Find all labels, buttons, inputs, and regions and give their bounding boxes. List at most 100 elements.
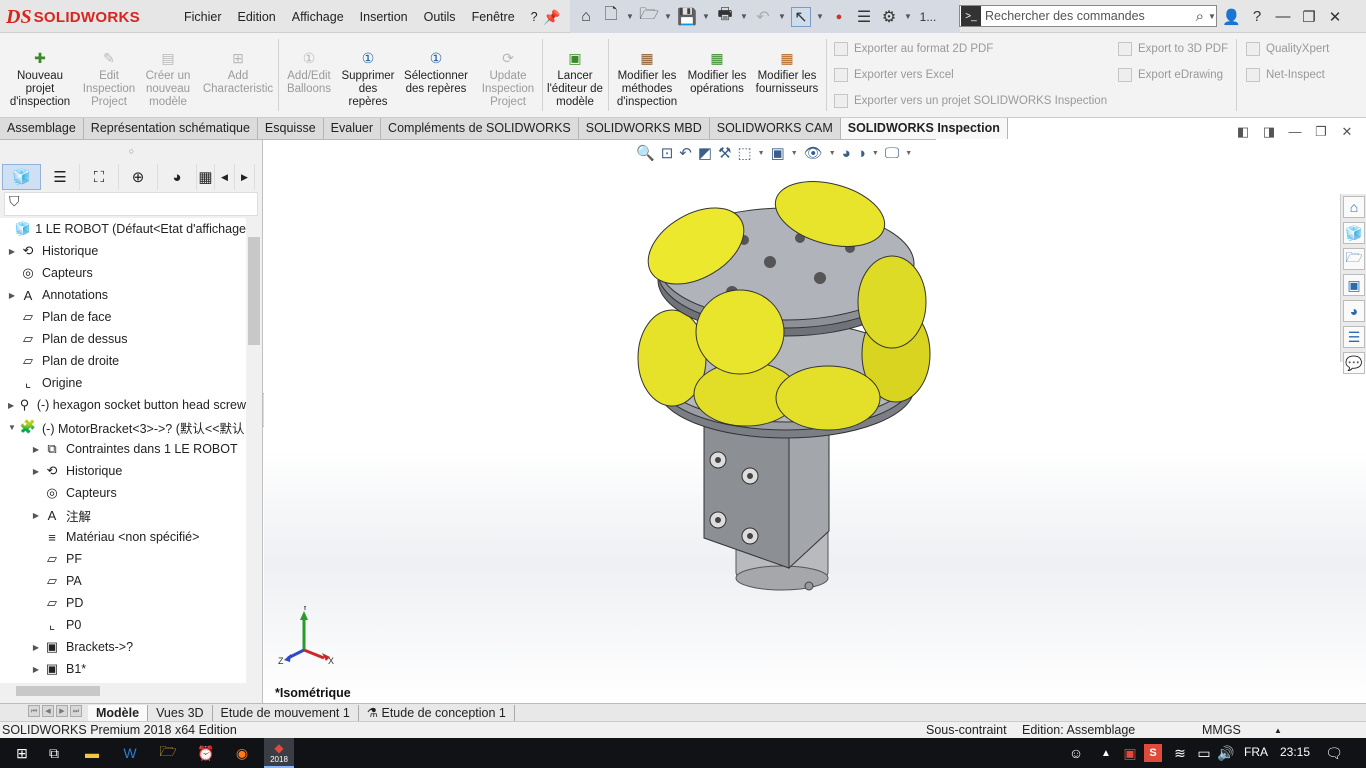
export-inspection-project-button[interactable]: Exporter vers un projet SOLIDWORKS Inspe… xyxy=(834,94,1107,108)
expand-arrow-icon[interactable]: ▶ xyxy=(30,467,42,476)
task-view-icon[interactable]: ⧉ xyxy=(42,743,66,763)
pin-icon[interactable]: 📌 xyxy=(543,9,560,26)
robot-wheel-model[interactable] xyxy=(624,176,944,596)
qualityxpert-button[interactable]: QualityXpert xyxy=(1246,42,1329,56)
zoom-to-fit-icon[interactable]: 🔍 xyxy=(636,144,655,162)
file-explorer-icon[interactable]: 🗁 xyxy=(1343,248,1365,270)
user-icon[interactable]: 👤 xyxy=(1222,8,1241,26)
home-icon[interactable]: ⌂ xyxy=(1343,196,1365,218)
chevron-up-icon[interactable]: ▲ xyxy=(1094,743,1118,763)
select-pointer-icon[interactable]: ↖ xyxy=(791,6,811,27)
expand-arrow-icon[interactable]: ▶ xyxy=(30,643,42,652)
minimize-icon[interactable]: — xyxy=(1288,124,1302,140)
notification-app-icon[interactable]: ▣ xyxy=(1118,743,1142,763)
tab-esquisse[interactable]: Esquisse xyxy=(258,118,324,139)
feature-manager-tab-icon[interactable]: 🧊 xyxy=(2,164,41,190)
tab-mbd[interactable]: SOLIDWORKS MBD xyxy=(579,118,710,139)
word-icon[interactable]: W xyxy=(118,743,142,763)
chevron-down-icon[interactable]: ▼ xyxy=(1208,12,1216,21)
chevron-left-icon[interactable]: ◀ xyxy=(215,164,235,190)
zoom-to-area-icon[interactable]: ⊡ xyxy=(661,144,674,162)
options-gear-icon[interactable]: ⚙ xyxy=(879,7,899,27)
tab-representation-schematique[interactable]: Représentation schématique xyxy=(84,118,258,139)
edit-operations-button[interactable]: ▦ Modifier les opérations xyxy=(686,49,748,96)
tree-node[interactable]: ▶ A 注解 xyxy=(0,504,246,526)
chevron-down-icon[interactable]: ▼ xyxy=(740,12,748,21)
select-balloons-button[interactable]: ① Sélectionner des repères xyxy=(400,49,472,96)
menu-edition[interactable]: Edition xyxy=(230,10,284,24)
expand-arrow-icon[interactable]: ▶ xyxy=(6,247,18,256)
edit-appearance-icon[interactable]: ◕ xyxy=(842,145,851,162)
custom-properties-icon[interactable]: ☰ xyxy=(1343,326,1365,348)
export-2d-pdf-button[interactable]: Exporter au format 2D PDF xyxy=(834,42,993,56)
net-inspect-button[interactable]: Net-Inspect xyxy=(1246,68,1325,82)
tab-motion-study[interactable]: Etude de mouvement 1 xyxy=(213,704,359,721)
tile-left-icon[interactable]: ◧ xyxy=(1236,124,1250,140)
chevron-down-icon[interactable]: ▼ xyxy=(816,12,824,21)
filter-icon[interactable]: ⛉ xyxy=(9,193,20,209)
sticky-notes-icon[interactable]: ▬ xyxy=(80,743,104,763)
tree-node[interactable]: ⌞ P0 xyxy=(0,614,246,636)
chevron-down-icon[interactable]: ▼ xyxy=(778,12,786,21)
appearances-icon[interactable]: ◕ xyxy=(1343,300,1365,322)
update-inspection-project-button[interactable]: ⟳ Update Inspection Project xyxy=(476,49,540,109)
delete-balloons-button[interactable]: ① Supprimer des repères xyxy=(338,49,398,109)
tab-design-study[interactable]: ⚗ Etude de conception 1 xyxy=(359,704,515,721)
chevron-down-icon[interactable]: ▼ xyxy=(904,12,912,21)
view-orientation-icon[interactable]: ⬚ xyxy=(737,144,751,162)
tab-assemblage[interactable]: Assemblage xyxy=(0,118,84,139)
input-language[interactable]: FRA xyxy=(1244,745,1268,759)
chevron-down-icon[interactable]: ▼ xyxy=(872,150,879,157)
undo-icon[interactable]: ↶ xyxy=(753,7,773,27)
apply-scene-icon[interactable]: ◑ xyxy=(857,145,866,162)
tab-inspection[interactable]: SOLIDWORKS Inspection xyxy=(840,118,1008,139)
tile-right-icon[interactable]: ◨ xyxy=(1262,124,1276,140)
tree-node[interactable]: ▱ Plan de droite xyxy=(0,350,246,372)
design-library-icon[interactable]: 🧊 xyxy=(1343,222,1365,244)
close-icon[interactable]: ✕ xyxy=(1326,8,1344,26)
configuration-manager-tab-icon[interactable]: ⛶ xyxy=(80,164,119,190)
edit-inspection-methods-button[interactable]: ▦ Modifier les méthodes d'inspection xyxy=(612,49,682,109)
launch-template-editor-button[interactable]: ▣ Lancer l'éditeur de modèle xyxy=(545,49,605,109)
file-properties-icon[interactable]: ☰ xyxy=(854,7,874,27)
add-edit-balloons-button[interactable]: ① Add/Edit Balloons xyxy=(282,49,336,96)
menu-fenetre[interactable]: Fenêtre xyxy=(464,10,523,24)
cam-tab-icon[interactable]: ▦ xyxy=(197,164,215,190)
expand-arrow-icon[interactable]: ▶ xyxy=(30,665,42,674)
action-center-icon[interactable]: 🗨 xyxy=(1322,743,1346,763)
create-template-button[interactable]: ▤ Créer un nouveau modèle xyxy=(141,49,195,109)
home-icon[interactable]: ⌂ xyxy=(576,7,596,27)
export-edrawing-button[interactable]: Export eDrawing xyxy=(1118,68,1223,82)
tree-node[interactable]: ◎ Capteurs xyxy=(0,262,246,284)
search-icon[interactable]: ⌕ xyxy=(1196,8,1208,25)
windows-start-icon[interactable]: ⊞ xyxy=(10,743,34,763)
firefox-icon[interactable]: ◉ xyxy=(230,743,254,763)
chevron-down-icon[interactable]: ▼ xyxy=(791,150,798,157)
expand-arrow-icon[interactable]: ▶ xyxy=(30,511,42,520)
file-explorer-icon[interactable]: 🗁 xyxy=(156,743,180,763)
volume-icon[interactable]: 🔊 xyxy=(1214,743,1238,763)
tree-node[interactable]: ▱ Plan de dessus xyxy=(0,328,246,350)
dynamic-annotation-icon[interactable]: ⚒ xyxy=(718,144,731,162)
tree-node[interactable]: ▶ ⟲ Historique xyxy=(0,460,246,482)
rebuild-traffic-light-icon[interactable]: ● xyxy=(829,7,849,27)
menu-insertion[interactable]: Insertion xyxy=(352,10,416,24)
tree-node[interactable]: ▶ ▣ B1* xyxy=(0,658,246,680)
tree-node[interactable]: ⌞ Origine xyxy=(0,372,246,394)
previous-view-icon[interactable]: ↶ xyxy=(679,144,692,162)
tab-vues-3d[interactable]: Vues 3D xyxy=(148,704,213,721)
print-icon[interactable]: 🖶 xyxy=(715,6,735,27)
tree-node[interactable]: ▼ 🧩 (-) MotorBracket<3>->? (默认<<默认 xyxy=(0,416,246,438)
tree-node[interactable]: ▶ ⚲ (-) hexagon socket button head screw xyxy=(0,394,246,416)
tree-node[interactable]: ▶ ⟲ Historique xyxy=(0,240,246,262)
collapse-arrow-icon[interactable]: ▼ xyxy=(6,423,18,432)
expand-arrow-icon[interactable]: ▶ xyxy=(30,445,42,454)
hide-show-items-icon[interactable]: 👁 xyxy=(804,144,823,162)
new-document-icon[interactable]: 🗋 xyxy=(601,6,621,27)
tree-node[interactable]: ▱ PA xyxy=(0,570,246,592)
tree-node[interactable]: ≡ Matériau <non spécifié> xyxy=(0,526,246,548)
menu-fichier[interactable]: Fichier xyxy=(176,10,230,24)
tab-complements[interactable]: Compléments de SOLIDWORKS xyxy=(381,118,579,139)
tab-modele[interactable]: Modèle xyxy=(88,704,149,721)
units-selector[interactable]: MMGS xyxy=(1202,723,1241,737)
